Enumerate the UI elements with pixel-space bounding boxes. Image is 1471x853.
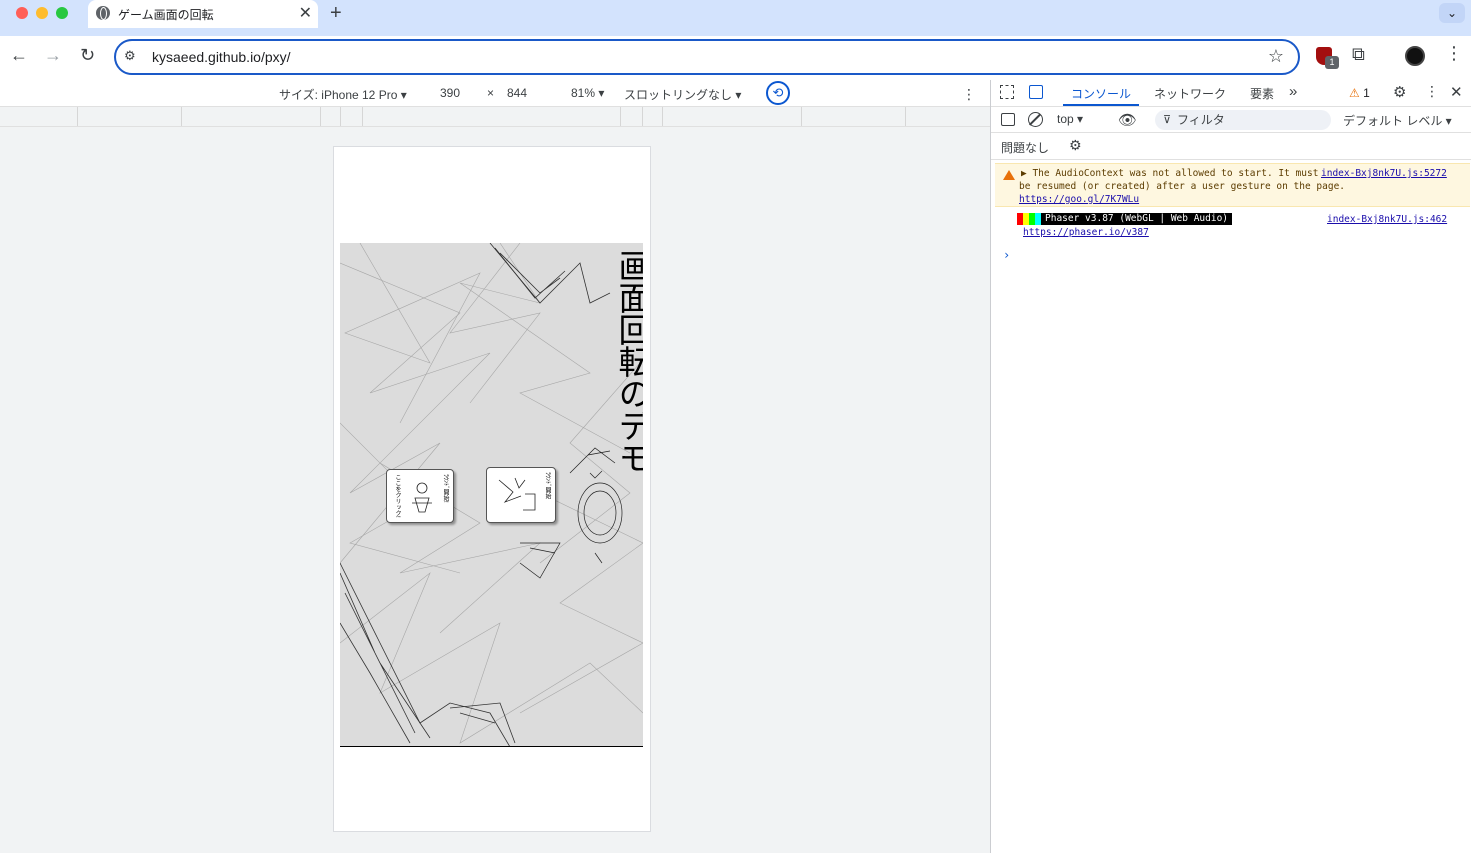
console-messages: ▶ The AudioContext was not allowed to st… bbox=[991, 160, 1471, 853]
url-text[interactable]: kysaeed.github.io/pxy/ bbox=[152, 49, 291, 65]
device-more-icon[interactable]: ⋮ bbox=[962, 86, 976, 103]
warning-link[interactable]: https://goo.gl/7K7WLu bbox=[1019, 194, 1139, 205]
warning-source-link[interactable]: index-Bxj8nk7U.js:5272 bbox=[1321, 168, 1447, 179]
device-width-input[interactable]: 390 bbox=[440, 86, 460, 100]
phaser-version-text: Phaser v3.87 (WebGL | Web Audio) bbox=[1041, 213, 1233, 225]
active-tab-indicator bbox=[1063, 104, 1139, 106]
character-sketch bbox=[498, 477, 536, 511]
browser-menu-icon[interactable]: ⋮ bbox=[1445, 43, 1463, 64]
profile-avatar[interactable] bbox=[1405, 46, 1425, 66]
devtools-more-icon[interactable]: ⋮ bbox=[1425, 83, 1439, 100]
inspect-element-icon[interactable] bbox=[1000, 85, 1014, 99]
close-window-button[interactable] bbox=[16, 7, 28, 19]
card-caption: ここをクリック! bbox=[394, 474, 400, 518]
more-tabs-icon[interactable]: » bbox=[1289, 83, 1297, 100]
context-select[interactable]: top ▾ bbox=[1057, 112, 1083, 126]
reload-button[interactable]: ↻ bbox=[80, 45, 95, 66]
issues-bar: 問題なし ⚙ bbox=[991, 133, 1471, 160]
tab-console[interactable]: コンソール bbox=[1071, 85, 1131, 102]
device-height-input[interactable]: 844 bbox=[507, 86, 527, 100]
phaser-banner: Phaser v3.87 (WebGL | Web Audio) bbox=[1017, 213, 1233, 225]
browser-toolbar: ← → ↻ ⚙ kysaeed.github.io/pxy/ ☆ bbox=[0, 36, 1471, 80]
live-expression-eye-icon[interactable]: 👁 bbox=[1118, 111, 1137, 129]
browser-tab[interactable]: ゲーム画面の回転 ✕ bbox=[88, 0, 318, 28]
device-select[interactable]: サイズ: iPhone 12 Pro ▾ bbox=[279, 86, 407, 103]
tab-title: ゲーム画面の回転 bbox=[118, 8, 214, 22]
device-toolbar: サイズ: iPhone 12 Pro ▾ 390 × 844 81% ▾ スロッ… bbox=[0, 80, 990, 107]
site-info-icon[interactable]: ⚙ bbox=[124, 48, 142, 66]
warning-text-line: be resumed (or created) after a user ges… bbox=[1019, 181, 1346, 192]
extensions-puzzle-icon[interactable]: ⧉ bbox=[1352, 44, 1365, 65]
console-filter-bar: top ▾ 👁 ⊽ デフォルト レベル ▾ bbox=[991, 107, 1471, 133]
media-query-segment[interactable] bbox=[341, 107, 363, 126]
phaser-link[interactable]: https://phaser.io/v387 bbox=[1023, 227, 1149, 238]
media-query-segment[interactable] bbox=[78, 107, 182, 126]
media-query-segment[interactable] bbox=[182, 107, 321, 126]
dimension-separator: × bbox=[487, 86, 495, 100]
clear-console-icon[interactable] bbox=[1028, 112, 1043, 127]
issues-status[interactable]: 問題なし bbox=[1001, 139, 1049, 156]
warnings-counter[interactable]: ⚠ 1 bbox=[1349, 86, 1370, 100]
sidebar-toggle-icon[interactable] bbox=[1001, 113, 1015, 126]
filter-input[interactable] bbox=[1177, 113, 1317, 127]
address-bar[interactable]: ⚙ kysaeed.github.io/pxy/ ☆ bbox=[114, 39, 1300, 75]
game-title: 画面回転のデモ bbox=[613, 249, 643, 473]
phaser-source-link[interactable]: index-Bxj8nk7U.js:462 bbox=[1327, 214, 1447, 225]
warning-icon: ⚠ bbox=[1349, 86, 1360, 100]
tab-strip: ゲーム画面の回転 ✕ + ⌄ bbox=[0, 0, 1471, 36]
devtools-panel: コンソール ネットワーク 要素 » ⚠ 1 ⚙ ⋮ ✕ top ▾ 👁 ⊽ デフ… bbox=[990, 80, 1471, 853]
minimize-window-button[interactable] bbox=[36, 7, 48, 19]
device-toggle-icon[interactable] bbox=[1029, 85, 1043, 99]
warning-message[interactable]: ▶ The AudioContext was not allowed to st… bbox=[995, 163, 1470, 207]
console-settings-icon[interactable]: ⚙ bbox=[1069, 137, 1082, 154]
forward-button[interactable]: → bbox=[44, 45, 62, 66]
extension-badge: 1 bbox=[1325, 56, 1339, 69]
log-level-select[interactable]: デフォルト レベル ▾ bbox=[1343, 112, 1452, 129]
warning-triangle-icon bbox=[1003, 170, 1015, 180]
card-label: ﾗｳﾝﾄﾞ開始! bbox=[442, 474, 448, 503]
tab-network[interactable]: ネットワーク bbox=[1154, 85, 1226, 102]
throttling-select[interactable]: スロットリングなし ▾ bbox=[624, 86, 741, 103]
warning-count: 1 bbox=[1363, 86, 1370, 100]
media-query-segment[interactable] bbox=[363, 107, 621, 126]
media-query-segment[interactable] bbox=[0, 107, 78, 126]
click-here-card[interactable]: ここをクリック! ﾗｳﾝﾄﾞ開始! bbox=[386, 469, 454, 523]
back-button[interactable]: ← bbox=[10, 45, 28, 66]
close-devtools-icon[interactable]: ✕ bbox=[1450, 83, 1463, 101]
devtools-tab-bar: コンソール ネットワーク 要素 » ⚠ 1 ⚙ ⋮ ✕ bbox=[991, 80, 1471, 107]
console-prompt[interactable]: › bbox=[1003, 248, 1010, 262]
bookmark-star-icon[interactable]: ☆ bbox=[1268, 46, 1284, 67]
round-start-card[interactable]: ﾗｳﾝﾄﾞ開始 bbox=[486, 467, 556, 523]
new-tab-button[interactable]: + bbox=[330, 2, 342, 25]
settings-gear-icon[interactable]: ⚙ bbox=[1393, 83, 1406, 101]
media-query-segment[interactable] bbox=[802, 107, 906, 126]
media-query-segment[interactable] bbox=[321, 107, 341, 126]
close-tab-icon[interactable]: ✕ bbox=[299, 3, 312, 23]
zoom-select[interactable]: 81% ▾ bbox=[571, 86, 604, 100]
filter-icon: ⊽ bbox=[1163, 114, 1172, 126]
zoom-window-button[interactable] bbox=[56, 7, 68, 19]
media-query-segment[interactable] bbox=[643, 107, 663, 126]
warning-text-line: ▶ The AudioContext was not allowed to st… bbox=[1021, 168, 1319, 179]
emulated-device-screen: 画面回転のデモ ここをクリック! ﾗｳﾝﾄﾞ開始! ﾗｳﾝﾄﾞ開始 bbox=[333, 146, 651, 832]
media-query-segment[interactable] bbox=[663, 107, 802, 126]
tab-search-button[interactable]: ⌄ bbox=[1439, 3, 1465, 23]
filter-box[interactable]: ⊽ bbox=[1155, 110, 1331, 130]
game-canvas[interactable]: 画面回転のデモ ここをクリック! ﾗｳﾝﾄﾞ開始! ﾗｳﾝﾄﾞ開始 bbox=[340, 243, 643, 747]
character-sketch bbox=[412, 482, 432, 513]
globe-icon bbox=[96, 6, 110, 20]
card-label: ﾗｳﾝﾄﾞ開始 bbox=[544, 472, 550, 500]
media-query-segment[interactable] bbox=[621, 107, 643, 126]
tab-elements[interactable]: 要素 bbox=[1250, 85, 1274, 102]
rotate-icon[interactable]: ⟲ bbox=[766, 81, 790, 105]
media-query-bar[interactable] bbox=[0, 107, 990, 127]
